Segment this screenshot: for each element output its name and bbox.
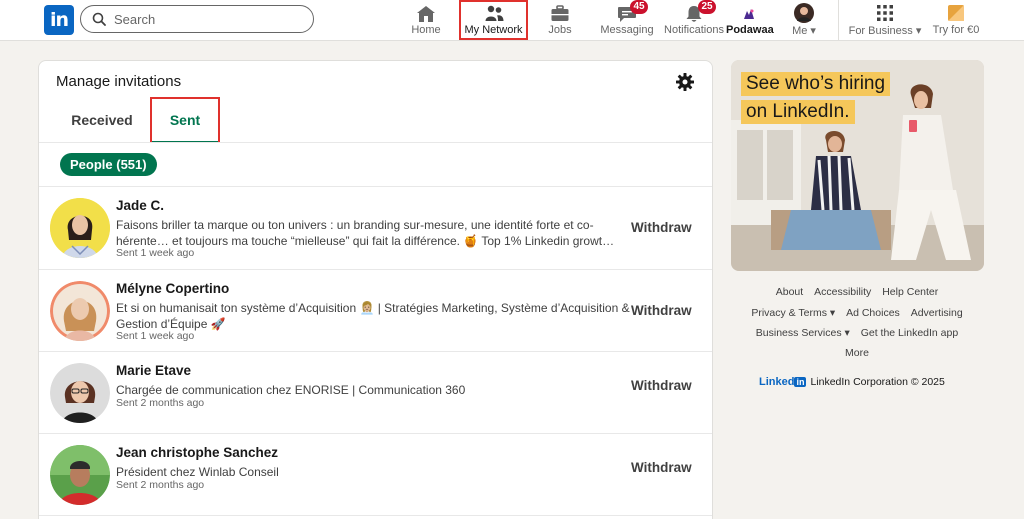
copyright: Linked in LinkedIn Corporation © 2025: [759, 376, 945, 388]
avatar[interactable]: [50, 445, 110, 505]
nav-premium[interactable]: Try for €0: [929, 0, 983, 41]
premium-icon: [948, 5, 964, 21]
footer-link-business[interactable]: Business Services ▾: [756, 327, 850, 339]
footer-link-more[interactable]: More: [845, 347, 869, 359]
withdraw-button[interactable]: Withdraw: [631, 303, 692, 318]
withdraw-button[interactable]: Withdraw: [631, 460, 692, 475]
footer-logo: Linked in: [759, 376, 807, 388]
footer-link-privacy[interactable]: Privacy & Terms ▾: [751, 307, 835, 319]
avatar[interactable]: [50, 363, 110, 423]
nav-for-business[interactable]: For Business ▾: [845, 0, 925, 41]
tab-sent[interactable]: Sent: [150, 97, 220, 143]
footer-row: About Accessibility Help Center: [733, 286, 981, 298]
invitee-headline: Chargée de communication chez ENORISE | …: [116, 383, 466, 397]
sent-time: Sent 2 months ago: [116, 397, 205, 409]
top-navigation: in Home My Network Jobs: [0, 0, 1024, 41]
linkedin-logo[interactable]: in: [44, 5, 74, 35]
nav-home[interactable]: Home: [404, 0, 448, 41]
nav-home-label: Home: [411, 24, 441, 36]
footer-link-help[interactable]: Help Center: [882, 286, 938, 298]
search-input[interactable]: [114, 10, 304, 28]
chevron-down-icon: ▾: [810, 25, 816, 37]
nav-divider: [838, 0, 839, 41]
invitee-headline: Et si on humanisait ton système d’Acquis…: [116, 301, 630, 331]
withdraw-button[interactable]: Withdraw: [631, 220, 692, 235]
footer-row: Privacy & Terms ▾ Ad Choices Advertising: [733, 307, 981, 319]
nav-for-business-label: For Business ▾: [848, 25, 922, 37]
card-title: Manage invitations: [56, 73, 182, 90]
invitation-row: Mélyne Copertino Et si on humanisait ton…: [39, 270, 712, 352]
manage-invitations-card: Manage invitations Received Sent People …: [38, 60, 713, 519]
footer-link-app[interactable]: Get the LinkedIn app: [861, 327, 959, 339]
invitee-headline: Faisons briller ta marque ou ton univers…: [116, 218, 615, 248]
invitee-headline: Président chez Winlab Conseil: [116, 465, 279, 479]
nav-jobs-label: Jobs: [548, 24, 572, 36]
footer-link-adchoices[interactable]: Ad Choices: [846, 307, 900, 319]
footer-row: Business Services ▾ Get the LinkedIn app: [733, 327, 981, 339]
podawaa-icon: [744, 9, 754, 19]
nav-podawaa-label: Podawaa: [726, 24, 774, 36]
me-avatar: [794, 3, 814, 23]
withdraw-button[interactable]: Withdraw: [631, 378, 692, 393]
gear-icon[interactable]: [675, 72, 695, 92]
invitation-row: Jean christophe Sanchez Président chez W…: [39, 434, 712, 516]
avatar[interactable]: [50, 281, 110, 341]
grid-icon: [877, 5, 893, 21]
invitee-name[interactable]: Mélyne Copertino: [116, 281, 229, 296]
ad-headline-2: on LinkedIn.: [741, 100, 855, 124]
nav-my-network-label: My Network: [464, 24, 523, 36]
invitee-name[interactable]: Jean christophe Sanchez: [116, 445, 278, 460]
invitation-row: Jade C. Faisons briller ta marque ou ton…: [39, 187, 712, 270]
footer-row: More: [733, 347, 981, 359]
people-filter-pill[interactable]: People (551): [60, 153, 157, 176]
footer-link-advertising[interactable]: Advertising: [911, 307, 963, 319]
footer-link-about[interactable]: About: [776, 286, 803, 298]
ad-headline-1: See who’s hiring: [741, 72, 891, 96]
avatar[interactable]: [50, 198, 110, 258]
people-icon: [485, 5, 503, 21]
nav-podawaa[interactable]: Podawaa: [726, 0, 774, 41]
invitee-name[interactable]: Jade C.: [116, 198, 164, 213]
nav-notifications[interactable]: Notifications 25: [662, 0, 726, 41]
invitation-row: Marie Etave Chargée de communication che…: [39, 352, 712, 434]
invitee-name[interactable]: Marie Etave: [116, 363, 191, 378]
nav-jobs[interactable]: Jobs: [540, 0, 580, 41]
tab-received[interactable]: Received: [61, 97, 143, 143]
nav-my-network[interactable]: My Network: [459, 0, 528, 40]
nav-me[interactable]: Me ▾: [786, 0, 822, 41]
search-icon: [92, 12, 106, 26]
home-icon: [417, 6, 435, 22]
tabs-divider: [39, 142, 712, 143]
notifications-badge: 25: [698, 0, 716, 14]
footer-link-accessibility[interactable]: Accessibility: [814, 286, 871, 298]
nav-messaging-label: Messaging: [600, 24, 654, 36]
chevron-down-icon: ▾: [915, 25, 922, 37]
search-box[interactable]: [80, 5, 314, 33]
nav-me-label: Me ▾: [792, 25, 816, 37]
sent-time: Sent 2 months ago: [116, 479, 205, 491]
sent-time: Sent 1 week ago: [116, 247, 195, 259]
nav-premium-label: Try for €0: [932, 24, 980, 36]
nav-notifications-label: Notifications: [664, 24, 724, 36]
briefcase-icon: [551, 5, 569, 21]
nav-messaging[interactable]: Messaging 45: [598, 0, 656, 41]
messaging-badge: 45: [630, 0, 648, 14]
hiring-ad[interactable]: See who’s hiring on LinkedIn.: [731, 60, 984, 271]
sent-time: Sent 1 week ago: [116, 330, 195, 342]
